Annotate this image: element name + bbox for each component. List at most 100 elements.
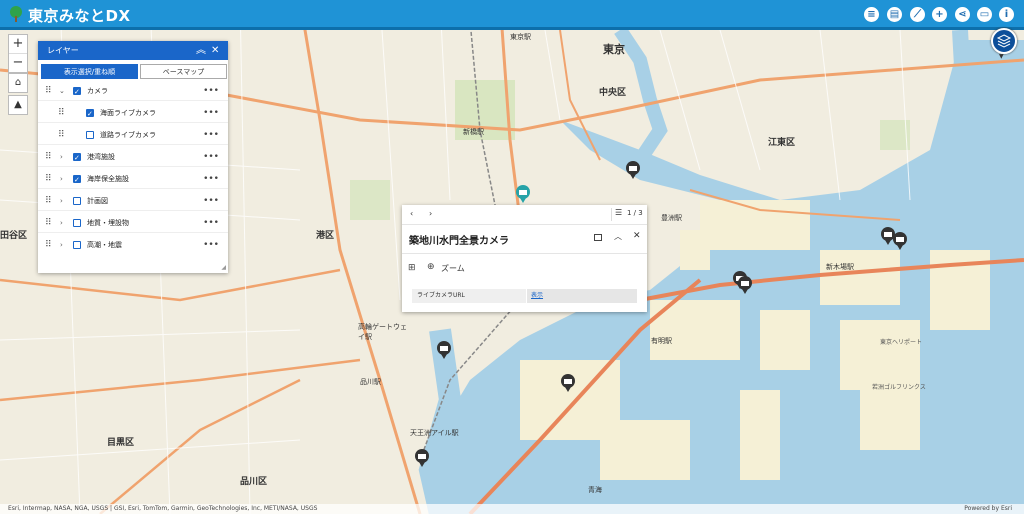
caret-down-icon[interactable]: ▼ bbox=[999, 53, 1004, 60]
print-icon[interactable]: ▭ bbox=[977, 7, 992, 22]
camera-marker[interactable] bbox=[625, 160, 641, 180]
map-label-takanawa: 高輪ゲートウェイ駅 bbox=[358, 323, 407, 341]
camera-marker[interactable] bbox=[560, 373, 576, 393]
layer-row[interactable]: ⠿ 海面ライブカメラ ••• bbox=[38, 103, 228, 124]
layer-row[interactable]: ⠿ 道路ライブカメラ ••• bbox=[38, 125, 228, 145]
map-label-shinkiba: 新木場駅 bbox=[826, 263, 854, 271]
chevron-right-icon[interactable]: › bbox=[60, 147, 63, 167]
compass-button[interactable]: ▲ bbox=[8, 95, 28, 115]
layer-row[interactable]: ⠿ › 高潮・地震 ••• bbox=[38, 235, 228, 255]
more-icon[interactable]: ••• bbox=[203, 125, 219, 145]
info-icon[interactable]: i bbox=[999, 7, 1014, 22]
zoom-to-button[interactable]: ズーム bbox=[441, 263, 465, 274]
powered-by[interactable]: Powered by Esri bbox=[964, 504, 1012, 514]
layer-label: 海岸保全施設 bbox=[87, 175, 129, 183]
next-icon[interactable]: › bbox=[429, 209, 432, 218]
more-icon[interactable]: ••• bbox=[203, 147, 219, 167]
map-label-tokyo-station: 東京駅 bbox=[510, 33, 531, 41]
previous-icon[interactable]: ‹ bbox=[410, 209, 413, 218]
map-label-ariake: 有明駅 bbox=[651, 337, 672, 345]
close-icon[interactable]: ✕ bbox=[211, 41, 219, 60]
layer-row[interactable]: ⠿ › 地質・埋設物 ••• bbox=[38, 213, 228, 233]
more-icon[interactable]: ••• bbox=[203, 235, 219, 255]
more-icon[interactable]: ••• bbox=[203, 81, 219, 101]
list-icon[interactable]: ≡ bbox=[864, 7, 879, 22]
drag-handle-icon[interactable]: ⠿ bbox=[45, 81, 52, 101]
resize-handle-icon[interactable]: ◢ bbox=[221, 264, 226, 271]
tab-basemap[interactable]: ベースマップ bbox=[140, 64, 227, 79]
layer-checkbox[interactable] bbox=[73, 241, 81, 249]
attribution-bar: Esri, Intermap, NASA, NGA, USGS | GSI, E… bbox=[0, 504, 1024, 514]
camera-marker[interactable] bbox=[414, 448, 430, 468]
chevron-down-icon[interactable]: ⌄ bbox=[59, 81, 65, 101]
drag-handle-icon[interactable]: ⠿ bbox=[58, 125, 65, 145]
layer-checkbox[interactable] bbox=[86, 104, 94, 124]
bookmark-icon[interactable]: ▤ bbox=[887, 7, 902, 22]
popup-field-table: ライブカメラURL 表示 bbox=[412, 289, 637, 303]
measure-icon[interactable]: ⟋ bbox=[910, 7, 925, 22]
collapse-icon[interactable]: ︽ bbox=[196, 41, 206, 60]
drag-handle-icon[interactable]: ⠿ bbox=[45, 147, 52, 167]
live-camera-link[interactable]: 表示 bbox=[526, 289, 637, 303]
tab-display-order[interactable]: 表示選択/重ね順 bbox=[41, 64, 138, 79]
drag-handle-icon[interactable]: ⠿ bbox=[45, 191, 52, 211]
feature-list-icon[interactable]: ☰ bbox=[615, 208, 622, 217]
actions-icon[interactable]: ⊞ bbox=[408, 263, 416, 273]
camera-marker[interactable] bbox=[436, 340, 452, 360]
more-icon[interactable]: ••• bbox=[203, 103, 219, 123]
chevron-right-icon[interactable]: › bbox=[60, 213, 63, 233]
layer-checkbox[interactable] bbox=[73, 219, 81, 227]
layers-toggle-button[interactable] bbox=[991, 28, 1017, 54]
zoom-in-button[interactable]: + bbox=[9, 35, 27, 54]
dock-icon[interactable] bbox=[594, 234, 602, 241]
drag-handle-icon[interactable]: ⠿ bbox=[45, 213, 52, 233]
popup-title: 築地川水門全景カメラ bbox=[409, 236, 509, 247]
add-icon[interactable]: + bbox=[932, 7, 947, 22]
drag-handle-icon[interactable]: ⠿ bbox=[45, 169, 52, 189]
drag-handle-icon[interactable]: ⠿ bbox=[58, 103, 65, 123]
zoom-to-icon[interactable]: ⊕ bbox=[427, 262, 435, 272]
more-icon[interactable]: ••• bbox=[203, 169, 219, 189]
layer-checkbox[interactable] bbox=[73, 197, 81, 205]
layer-row[interactable]: ⠿ ⌄ カメラ ••• bbox=[38, 81, 228, 102]
tree-logo-icon bbox=[10, 6, 22, 22]
drag-handle-icon[interactable]: ⠿ bbox=[45, 235, 52, 255]
layer-row[interactable]: ⠿ › 海岸保全施設 ••• bbox=[38, 169, 228, 190]
camera-marker-selected[interactable] bbox=[515, 184, 531, 204]
attribution-text: Esri, Intermap, NASA, NGA, USGS | GSI, E… bbox=[8, 505, 318, 512]
chevron-right-icon[interactable]: › bbox=[60, 191, 63, 211]
layer-row[interactable]: ⠿ › 港湾施設 ••• bbox=[38, 147, 228, 168]
share-icon[interactable]: ⋖ bbox=[955, 7, 970, 22]
more-icon[interactable]: ••• bbox=[203, 191, 219, 211]
layer-checkbox[interactable] bbox=[73, 170, 81, 190]
chevron-right-icon[interactable]: › bbox=[60, 169, 63, 189]
home-button[interactable]: ⌂ bbox=[8, 73, 28, 93]
layer-panel-header: レイヤー ︽ ✕ bbox=[38, 41, 228, 60]
map-label-chuo: 中央区 bbox=[599, 88, 627, 98]
layer-row[interactable]: ⠿ › 計画図 ••• bbox=[38, 191, 228, 211]
layer-checkbox[interactable] bbox=[73, 82, 81, 102]
layer-label: カメラ bbox=[87, 87, 108, 95]
layer-label: 海面ライブカメラ bbox=[100, 109, 156, 117]
chevron-right-icon[interactable]: › bbox=[60, 235, 63, 255]
zoom-control: + − bbox=[8, 34, 28, 73]
map-label-aomi: 青海 bbox=[588, 486, 602, 494]
map-label-meguro: 目黒区 bbox=[107, 438, 135, 448]
layer-label: 港湾施設 bbox=[87, 153, 115, 161]
camera-marker[interactable] bbox=[737, 275, 753, 295]
more-icon[interactable]: ••• bbox=[203, 213, 219, 233]
compass-icon: ▲ bbox=[14, 99, 22, 110]
popup-pager: 1 / 3 bbox=[627, 209, 643, 217]
layer-label: 地質・埋設物 bbox=[87, 219, 129, 227]
map-label-minato: 港区 bbox=[316, 231, 335, 241]
app-title: 東京みなとDX bbox=[28, 7, 131, 25]
layer-checkbox[interactable] bbox=[73, 148, 81, 168]
zoom-out-button[interactable]: − bbox=[9, 54, 27, 72]
camera-marker[interactable] bbox=[892, 231, 908, 251]
layer-label: 高潮・地震 bbox=[87, 241, 122, 249]
collapse-popup-icon[interactable]: ︿ bbox=[614, 231, 622, 242]
feature-popup: ‹ › ☰ 1 / 3 築地川水門全景カメラ ︿ ✕ ⊞ ⊕ ズーム ライブカメ… bbox=[402, 205, 647, 312]
layer-checkbox[interactable] bbox=[86, 131, 94, 139]
close-popup-icon[interactable]: ✕ bbox=[633, 231, 641, 241]
layer-label: 道路ライブカメラ bbox=[100, 131, 156, 139]
